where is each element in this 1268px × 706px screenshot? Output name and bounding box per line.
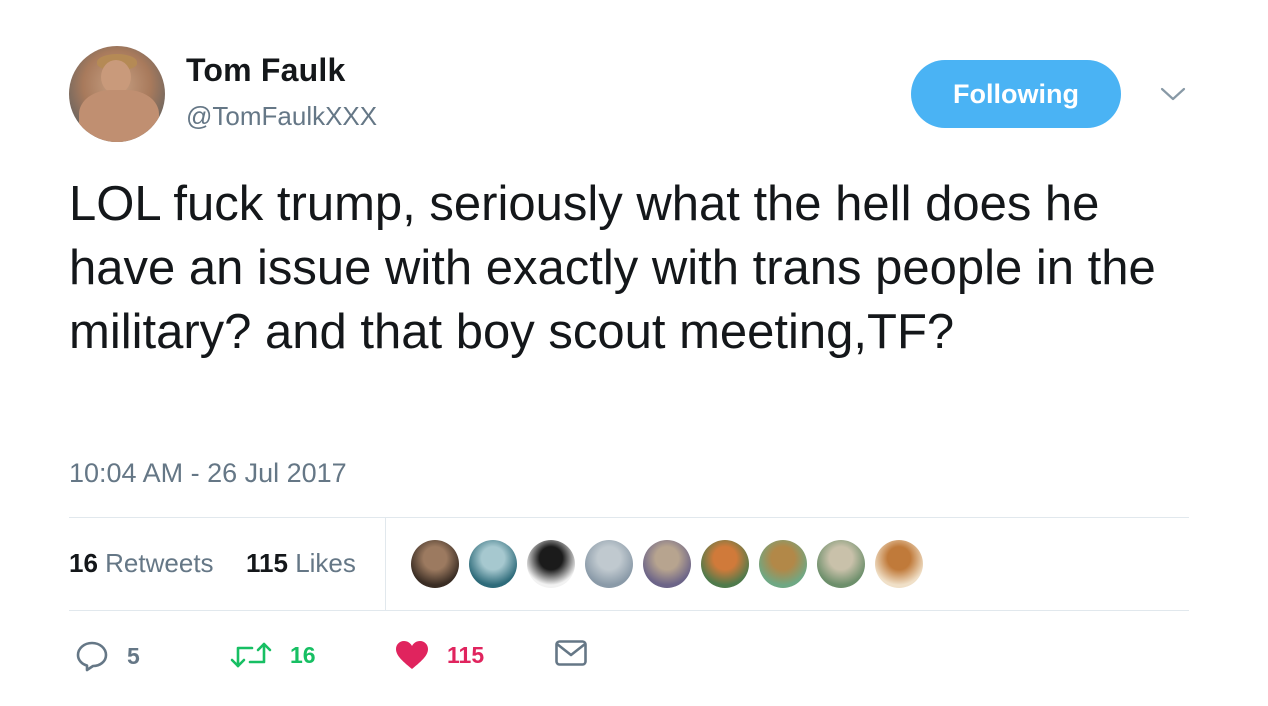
like-count: 115 — [447, 641, 485, 668]
reply-action[interactable]: 5 — [75, 640, 140, 672]
likes-count: 115 — [246, 548, 288, 578]
retweet-icon — [230, 642, 272, 668]
retweets-count: 16 — [69, 548, 98, 578]
liker-avatars — [411, 540, 923, 588]
likes-stat[interactable]: 115 Likes — [246, 548, 356, 579]
liker-avatar[interactable] — [643, 540, 691, 588]
liker-avatar[interactable] — [875, 540, 923, 588]
divider-bottom — [69, 610, 1189, 611]
divider-vertical — [385, 517, 386, 610]
avatar-body — [79, 90, 159, 142]
avatar-face — [101, 60, 131, 94]
envelope-icon — [555, 640, 587, 666]
liker-avatar[interactable] — [701, 540, 749, 588]
retweet-count: 16 — [290, 641, 316, 668]
liker-avatar[interactable] — [411, 540, 459, 588]
divider-top — [69, 517, 1189, 518]
retweet-action[interactable]: 16 — [230, 640, 316, 670]
likes-label: Likes — [295, 548, 356, 578]
tweet-text: LOL fuck trump, seriously what the hell … — [69, 177, 1156, 359]
user-handle[interactable]: @TomFaulkXXX — [186, 101, 377, 132]
user-name[interactable]: Tom Faulk — [186, 52, 345, 89]
reply-icon — [76, 641, 108, 672]
retweets-label: Retweets — [105, 548, 214, 578]
retweets-stat[interactable]: 16 Retweets — [69, 548, 214, 579]
liker-avatar[interactable] — [817, 540, 865, 588]
chevron-down-icon[interactable] — [1160, 84, 1186, 104]
liker-avatar[interactable] — [759, 540, 807, 588]
profile-avatar[interactable] — [69, 46, 165, 142]
liker-avatar[interactable] — [585, 540, 633, 588]
like-action[interactable]: 115 — [395, 640, 484, 670]
reply-count: 5 — [127, 642, 140, 669]
liker-avatar[interactable] — [469, 540, 517, 588]
liker-avatar[interactable] — [527, 540, 575, 588]
following-button[interactable]: Following — [911, 60, 1121, 128]
heart-icon — [396, 641, 428, 669]
direct-message-action[interactable] — [555, 640, 587, 666]
tweet-timestamp[interactable]: 10:04 AM - 26 Jul 2017 — [69, 458, 347, 489]
